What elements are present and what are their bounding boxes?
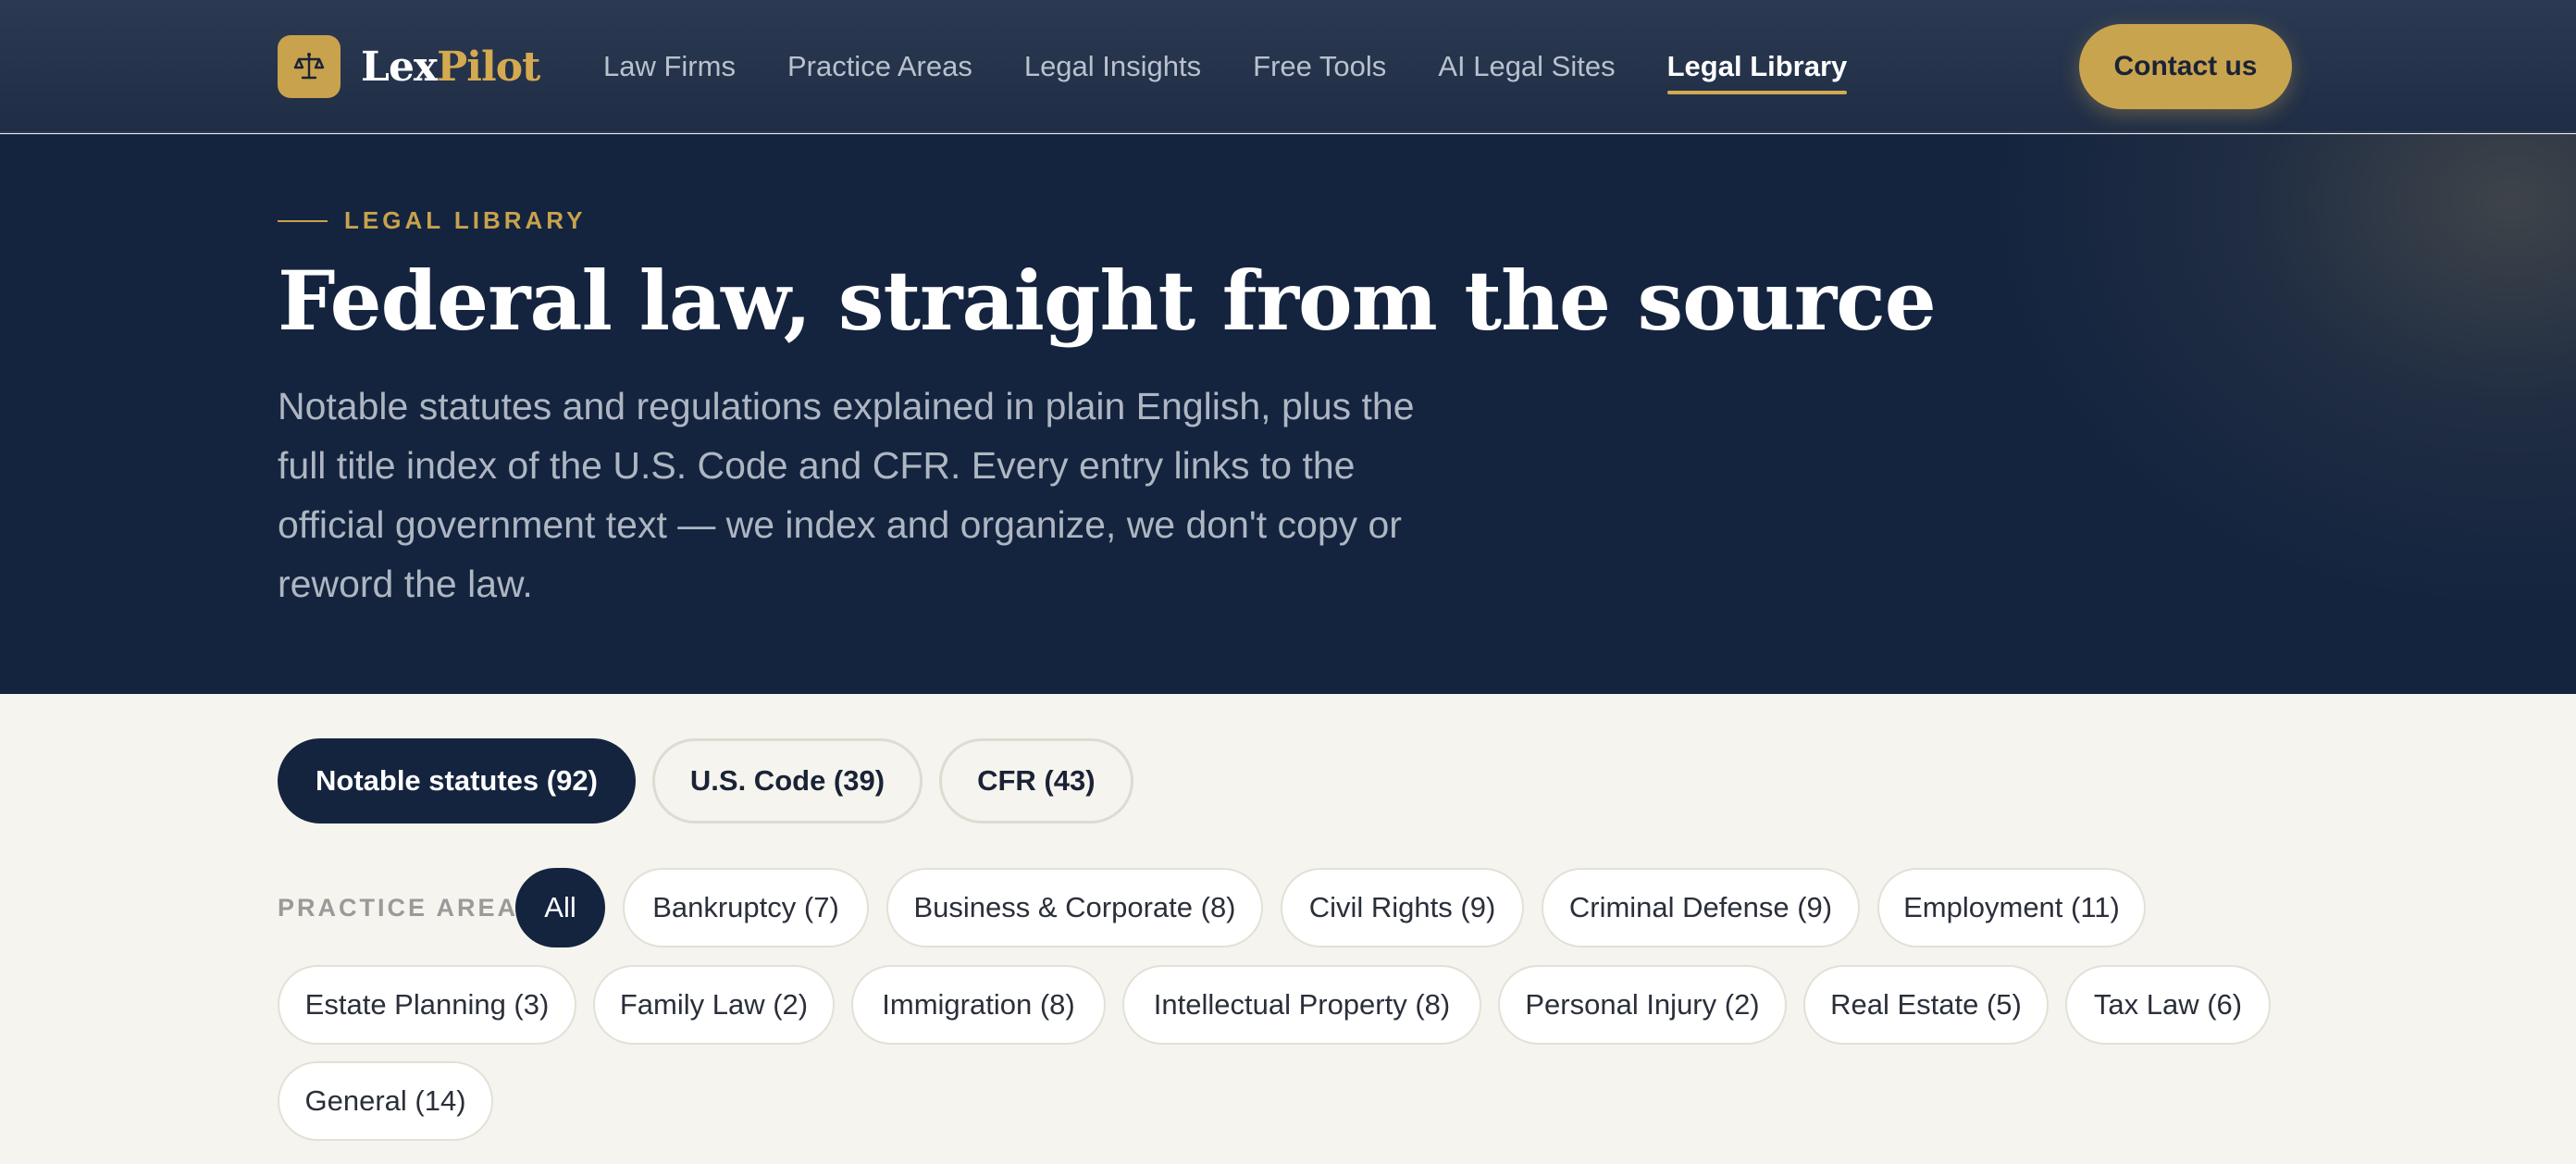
filter-chip-criminal-defense[interactable]: Criminal Defense (9) (1542, 868, 1860, 947)
nav-item-legal-insights[interactable]: Legal Insights (1024, 50, 1201, 83)
filter-chip-intellectual-property[interactable]: Intellectual Property (8) (1122, 965, 1481, 1045)
filter-chip-all[interactable]: All (515, 868, 605, 947)
filter-chip-family-law[interactable]: Family Law (2) (593, 965, 835, 1045)
filter-chip-immigration[interactable]: Immigration (8) (851, 965, 1106, 1045)
tab-notable-statutes[interactable]: Notable statutes (92) (278, 738, 636, 823)
scale-icon (278, 35, 341, 98)
brand-name: LexPilot (361, 43, 540, 91)
filter-chip-general[interactable]: General (14) (278, 1061, 493, 1141)
brand-logo[interactable]: LexPilot (278, 34, 540, 99)
main-nav: Law Firms Practice Areas Legal Insights … (603, 0, 1899, 133)
filter-chip-real-estate[interactable]: Real Estate (5) (1803, 965, 2049, 1045)
hero-section: LEGAL LIBRARY Federal law, straight from… (0, 134, 2576, 694)
hero-description: Notable statutes and regulations explain… (278, 385, 1415, 605)
practice-area-label: PRACTICE AREA (278, 894, 519, 922)
filter-chip-civil-rights[interactable]: Civil Rights (9) (1281, 868, 1524, 947)
brand-name-pilot: Pilot (437, 43, 540, 91)
page-title: Federal law, straight from the source (278, 253, 1937, 349)
brand-name-lex: Lex (361, 43, 438, 91)
top-navigation-bar: LexPilot Law Firms Practice Areas Legal … (0, 0, 2576, 133)
filter-chip-estate-planning[interactable]: Estate Planning (3) (278, 965, 576, 1045)
eyebrow-divider (278, 219, 328, 222)
nav-item-legal-library[interactable]: Legal Library (1666, 50, 1847, 94)
eyebrow-label: LEGAL LIBRARY (344, 206, 587, 234)
hero-glow-decoration (1984, 134, 2576, 615)
filter-chip-tax-law[interactable]: Tax Law (6) (2065, 965, 2271, 1045)
contact-us-button[interactable]: Contact us (2079, 24, 2292, 109)
nav-item-law-firms[interactable]: Law Firms (603, 50, 736, 83)
filter-chip-personal-injury[interactable]: Personal Injury (2) (1498, 965, 1787, 1045)
nav-item-practice-areas[interactable]: Practice Areas (787, 50, 972, 83)
filter-chip-business-corporate[interactable]: Business & Corporate (8) (886, 868, 1263, 947)
tab-cfr[interactable]: CFR (43) (939, 738, 1133, 823)
hero-eyebrow: LEGAL LIBRARY (278, 206, 586, 235)
nav-item-free-tools[interactable]: Free Tools (1253, 50, 1386, 83)
source-tabs: Notable statutes (92) U.S. Code (39) CFR… (278, 738, 1150, 823)
filter-chip-bankruptcy[interactable]: Bankruptcy (7) (623, 868, 869, 947)
nav-item-ai-legal-sites[interactable]: AI Legal Sites (1438, 50, 1615, 83)
tab-us-code[interactable]: U.S. Code (39) (651, 738, 923, 823)
filter-chip-employment[interactable]: Employment (11) (1877, 868, 2146, 947)
